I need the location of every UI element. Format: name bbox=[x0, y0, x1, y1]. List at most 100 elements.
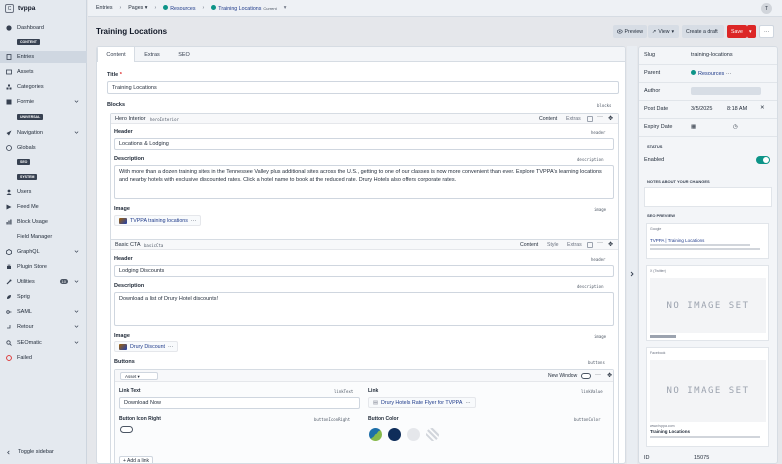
title-input[interactable]: Training Locations bbox=[107, 81, 619, 94]
sidebar-item-users[interactable]: Users bbox=[0, 186, 87, 198]
breadcrumb-training-locations[interactable]: Training Locations Current bbox=[211, 4, 277, 12]
checkbox-icon[interactable] bbox=[587, 116, 593, 122]
preview-button[interactable]: Preview bbox=[613, 25, 647, 38]
create-draft-button[interactable]: Create a draft bbox=[682, 25, 724, 38]
chevron-down-icon[interactable] bbox=[74, 130, 79, 135]
block-tab-extras[interactable]: Extras bbox=[566, 116, 581, 122]
link-text-input[interactable]: Download Now bbox=[119, 397, 360, 409]
image-label: Image bbox=[114, 206, 130, 212]
chevron-down-icon[interactable]: ▾ bbox=[284, 5, 287, 11]
sidebar-item-utilities[interactable]: Utilities 10 bbox=[0, 276, 87, 288]
sidebar-item-label: Categories bbox=[17, 84, 44, 90]
header-label: Header bbox=[114, 129, 133, 135]
notes-textarea[interactable] bbox=[644, 187, 772, 207]
block-tab-content[interactable]: Content bbox=[520, 242, 538, 248]
breadcrumb-entries[interactable]: Entries bbox=[96, 5, 113, 11]
cta-description-input[interactable]: Download a list of Drury Hotel discounts… bbox=[114, 292, 614, 326]
link-type-select[interactable]: Asset ▾ bbox=[120, 372, 158, 380]
more-icon[interactable]: ··· bbox=[597, 114, 603, 120]
link-asset[interactable]: ▤ Drury Hotels Rate Flyer for TVPPA ··· bbox=[368, 397, 476, 408]
save-button[interactable]: Save bbox=[727, 25, 747, 38]
more-icon[interactable]: ··· bbox=[597, 240, 603, 246]
chevron-down-icon[interactable] bbox=[74, 324, 79, 329]
more-icon: ··· bbox=[168, 343, 174, 350]
sidebar-item-block-usage[interactable]: Block Usage bbox=[0, 216, 87, 228]
breadcrumb-separator: › bbox=[119, 5, 122, 11]
post-time-input[interactable]: 8:18 AM bbox=[727, 106, 747, 112]
more-icon[interactable]: ··· bbox=[595, 372, 601, 378]
add-link-button[interactable]: + Add a link bbox=[119, 456, 153, 463]
new-window-toggle[interactable] bbox=[581, 373, 591, 379]
chevron-down-icon[interactable] bbox=[74, 309, 79, 314]
author-field[interactable] bbox=[691, 87, 761, 95]
hero-description-input[interactable]: With more than a dozen training sites in… bbox=[114, 165, 614, 199]
cta-header-input[interactable]: Lodging Discounts bbox=[114, 265, 614, 277]
sidebar-item-label: Utilities bbox=[17, 279, 35, 285]
sidebar-item-globals[interactable]: Globals bbox=[0, 142, 87, 154]
sidebar-item-field-manager[interactable]: Field Manager bbox=[0, 231, 87, 243]
sidebar-item-feed-me[interactable]: Feed Me bbox=[0, 201, 87, 213]
sidebar-item-formie[interactable]: Formie bbox=[0, 96, 87, 108]
swatch-light-gray[interactable] bbox=[407, 428, 420, 441]
sidebar-item-dashboard[interactable]: Dashboard bbox=[0, 22, 87, 34]
breadcrumb-resources[interactable]: Resources bbox=[163, 4, 196, 12]
clock-icon[interactable]: ◷ bbox=[733, 124, 738, 130]
share-icon: ↗ bbox=[652, 28, 657, 35]
post-date-input[interactable]: 3/5/2025 bbox=[691, 106, 712, 112]
swatch-transparent[interactable] bbox=[426, 428, 439, 441]
chevron-down-icon[interactable] bbox=[74, 279, 79, 284]
swatch-navy[interactable] bbox=[388, 428, 401, 441]
more-actions-button[interactable]: ··· bbox=[759, 25, 774, 38]
chevron-down-icon[interactable] bbox=[74, 249, 79, 254]
sidebar-item-categories[interactable]: Categories bbox=[0, 81, 87, 93]
sidebar-item-navigation[interactable]: Navigation bbox=[0, 127, 87, 139]
toggle-sidebar-button[interactable]: Toggle sidebar bbox=[6, 449, 54, 455]
asset-thumbnail bbox=[119, 217, 127, 224]
header-label: Header bbox=[114, 256, 133, 262]
breadcrumb-pages[interactable]: Pages ▾ bbox=[128, 5, 147, 11]
cta-image-asset[interactable]: Drury Discount ··· bbox=[114, 341, 179, 352]
block-tab-content[interactable]: Content bbox=[539, 116, 557, 122]
enabled-toggle[interactable] bbox=[756, 156, 770, 164]
sidebar-item-entries[interactable]: Entries bbox=[0, 51, 87, 63]
status-dot-icon bbox=[163, 4, 169, 10]
slug-input[interactable]: training-locations bbox=[691, 52, 733, 58]
sidebar-item-graphql[interactable]: GraphQL bbox=[0, 246, 87, 258]
calendar-icon[interactable]: ▦ bbox=[691, 124, 696, 130]
tab-content[interactable]: Content bbox=[97, 47, 135, 62]
gauge-icon bbox=[6, 25, 12, 31]
user-avatar[interactable]: T bbox=[761, 3, 772, 14]
move-icon[interactable]: ✥ bbox=[608, 241, 614, 248]
save-options-button[interactable]: ▾ bbox=[747, 25, 756, 38]
details-collapse-strip[interactable] bbox=[627, 46, 637, 464]
sidebar-item-plugin-store[interactable]: Plugin Store bbox=[0, 261, 87, 273]
view-button[interactable]: ↗ View ▾ bbox=[648, 25, 679, 38]
icon-right-toggle[interactable] bbox=[120, 426, 133, 433]
sidebar-item-sprig[interactable]: Sprig bbox=[0, 291, 87, 303]
parent-row: Parent Resources ··· bbox=[639, 65, 777, 83]
move-icon[interactable]: ✥ bbox=[607, 372, 613, 379]
swatch-blue-green[interactable] bbox=[369, 428, 382, 441]
hero-header-input[interactable]: Locations & Lodging bbox=[114, 138, 614, 150]
sidebar-item-retour[interactable]: Retour bbox=[0, 321, 87, 333]
leaf-icon bbox=[6, 294, 12, 300]
sidebar-item-assets[interactable]: Assets bbox=[0, 66, 87, 78]
block-tab-extras[interactable]: Extras bbox=[567, 242, 582, 248]
checkbox-icon[interactable] bbox=[587, 242, 593, 248]
sidebar-item-saml[interactable]: SAML bbox=[0, 306, 87, 318]
sidebar-item-seomatic[interactable]: SEOmatic bbox=[0, 337, 87, 349]
tab-seo[interactable]: SEO bbox=[169, 47, 199, 62]
details-panel: Slug training-locations Parent Resources… bbox=[638, 46, 778, 464]
tab-extras[interactable]: Extras bbox=[135, 47, 169, 62]
clear-icon[interactable]: ✕ bbox=[760, 105, 765, 111]
chevron-down-icon[interactable] bbox=[74, 340, 79, 345]
block-tab-style[interactable]: Style bbox=[547, 242, 559, 248]
move-icon[interactable]: ✥ bbox=[608, 115, 614, 122]
nav-section-seo: SEO bbox=[17, 159, 31, 165]
hero-image-asset[interactable]: TVPPA training locations ··· bbox=[114, 215, 202, 226]
chevron-down-icon[interactable] bbox=[74, 99, 79, 104]
parent-value[interactable]: Resources ··· bbox=[691, 70, 731, 77]
sidebar-item-failed[interactable]: Failed bbox=[0, 352, 87, 364]
block-header: Basic CTA basicCta Content Style Extras … bbox=[111, 240, 618, 250]
brand[interactable]: C tvppa bbox=[0, 0, 86, 17]
